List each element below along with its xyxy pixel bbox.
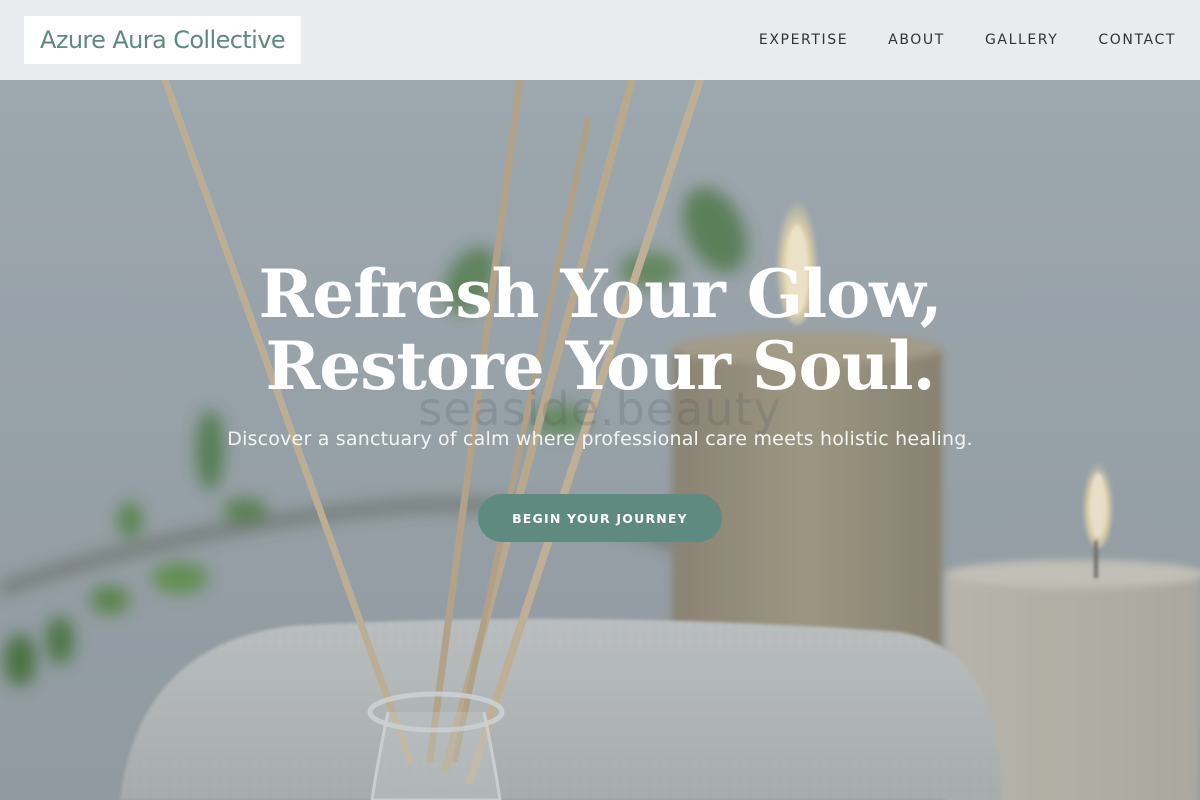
nav-item-expertise[interactable]: EXPERTISE [759,32,848,48]
hero-title-line-2: Restore Your Soul. [265,327,935,405]
hero-subtitle: Discover a sanctuary of calm where profe… [227,428,973,450]
nav-item-about[interactable]: ABOUT [888,32,945,48]
main-nav: EXPERTISE ABOUT GALLERY CONTACT [719,32,1176,48]
nav-item-gallery[interactable]: GALLERY [985,32,1058,48]
hero-title: Refresh Your Glow, Restore Your Soul. [0,258,1200,402]
site-header: Azure Aura Collective EXPERTISE ABOUT GA… [0,0,1200,80]
begin-journey-button[interactable]: BEGIN YOUR JOURNEY [478,494,722,542]
nav-item-contact[interactable]: CONTACT [1098,32,1176,48]
hero-title-line-1: Refresh Your Glow, [258,255,942,333]
brand-logo[interactable]: Azure Aura Collective [24,16,301,64]
